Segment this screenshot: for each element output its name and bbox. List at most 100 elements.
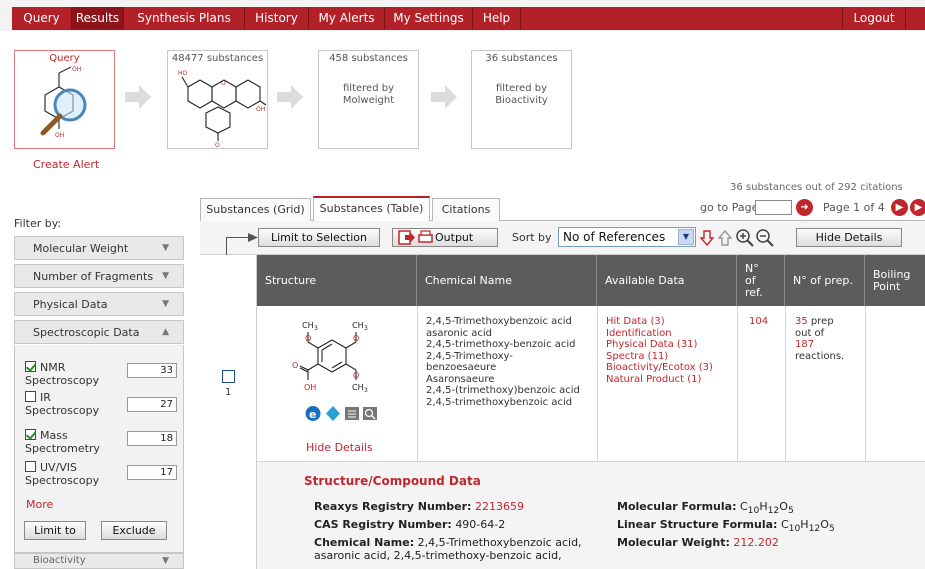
column-num-prep[interactable]: N° of prep. — [785, 255, 865, 306]
cell-divider — [597, 306, 598, 462]
step-36-box[interactable]: 36 substances filtered by Bioactivity — [471, 50, 572, 149]
nav-synthesis-plans[interactable]: Synthesis Plans — [124, 7, 245, 30]
option-label: Spectroscopy — [25, 474, 100, 487]
sort-value: No of References — [563, 230, 666, 244]
svg-text:OH: OH — [55, 132, 64, 139]
row-hide-details-link[interactable]: Hide Details — [306, 441, 373, 454]
nav-my-settings[interactable]: My Settings — [385, 7, 473, 30]
panel-label: Physical Data — [33, 298, 108, 311]
limit-to-selection-button[interactable]: Limit to Selection — [258, 228, 380, 247]
prep-count-link[interactable]: 35 — [795, 316, 808, 327]
go-to-page-label: go to Page — [700, 201, 759, 214]
column-chemical-name[interactable]: Chemical Name — [417, 255, 597, 306]
molecular-weight: Molecular Weight: 212.202 — [617, 536, 779, 549]
exclude-button[interactable]: Exclude — [101, 521, 167, 540]
sort-ascending-icon[interactable] — [718, 230, 732, 246]
chemical-name: asaronic acid — [426, 327, 493, 339]
step-458-box[interactable]: 458 substances filtered by Molweight — [318, 50, 419, 149]
formula-sub: 5 — [828, 523, 835, 535]
prep-text: out of — [795, 327, 825, 339]
hide-details-button[interactable]: Hide Details — [796, 228, 902, 247]
formula-sub: 10 — [788, 523, 801, 535]
next-page-icon[interactable]: ▶ — [891, 199, 908, 216]
more-filters-link[interactable]: More — [26, 498, 53, 511]
nav-help[interactable]: Help — [473, 7, 521, 30]
cell-divider — [785, 306, 786, 462]
tab-citations[interactable]: Citations — [432, 198, 500, 221]
reaxys-registry: Reaxys Registry Number: 2213659 — [314, 500, 524, 513]
hit-data-link[interactable]: Hit Data (3) — [606, 316, 713, 328]
field-value: 2,4,5-Trimethoxybenzoic acid, — [417, 536, 582, 549]
linear-structure-formula: Linear Structure Formula: C10H12O5 — [617, 518, 835, 535]
checkbox-nmr[interactable] — [25, 361, 36, 372]
option-label: UV/VIS — [40, 461, 78, 474]
structure-actions-icons[interactable]: e — [305, 405, 381, 422]
formula-part: C — [780, 518, 789, 531]
reactions-count-link[interactable]: 187 — [795, 339, 844, 351]
trimethoxybenzoic-acid-structure[interactable]: CH 3 CH 3 O O O O OH CH 3 — [272, 312, 392, 420]
svg-text:3: 3 — [364, 325, 368, 332]
reaxys-number-link[interactable]: 2213659 — [475, 500, 524, 513]
bioactivity-link[interactable]: Bioactivity/Ecotox (3) — [606, 362, 713, 374]
fluorescein-structure-icon: HO O OH O — [178, 70, 267, 149]
tab-substances-table[interactable]: Substances (Table) — [313, 196, 430, 221]
sort-by-label: Sort by — [512, 231, 552, 244]
references-count-link[interactable]: 104 — [749, 316, 768, 328]
chemical-name: 2,4,5-trimethoxybenzoic acid — [426, 396, 573, 408]
formula-part: C — [739, 500, 748, 513]
natural-product-link[interactable]: Natural Product (1) — [606, 374, 713, 386]
nav-history[interactable]: History — [245, 7, 309, 30]
checkbox-mass[interactable] — [25, 429, 36, 440]
filter-panel-number-of-fragments[interactable]: Number of Fragments ▼ — [14, 264, 184, 288]
formula-part: O — [779, 500, 788, 513]
chemical-name: 2,4,5-(trimethoxy)benzoic acid — [426, 385, 580, 396]
checkbox-ir[interactable] — [25, 391, 36, 402]
page-number-input[interactable] — [755, 200, 792, 215]
field-label: Molecular Formula: — [617, 500, 737, 513]
nav-my-alerts[interactable]: My Alerts — [309, 7, 385, 30]
filter-panel-physical-data[interactable]: Physical Data ▼ — [14, 292, 184, 316]
filter-panel-bioactivity[interactable]: Bioactivity ▼ — [14, 553, 184, 569]
chemical-name: 2,4,5-trimethoxy-benzoic acid — [426, 339, 576, 350]
row-select-checkbox[interactable] — [222, 370, 235, 383]
zoom-out-icon[interactable] — [756, 229, 774, 247]
nav-results[interactable]: Results — [72, 7, 124, 30]
filter-by-label: Filter by: — [14, 217, 62, 230]
column-num-ref[interactable]: N° of ref. — [737, 255, 785, 306]
count-uvvis: 17 — [127, 465, 177, 480]
column-boiling-point[interactable]: Boiling Point — [865, 255, 925, 306]
svg-text:O: O — [221, 80, 226, 87]
column-structure[interactable]: Structure — [257, 255, 417, 306]
nav-query[interactable]: Query — [12, 7, 72, 30]
physical-data-link[interactable]: Physical Data (31) — [606, 339, 713, 351]
go-arrow-icon[interactable]: ➜ — [796, 199, 813, 216]
filter-panel-spectroscopic-data[interactable]: Spectroscopic Data ▲ — [14, 320, 184, 344]
field-label: Linear Structure Formula: — [617, 518, 778, 531]
details-heading: Structure/Compound Data — [304, 474, 481, 488]
export-print-icon — [398, 230, 433, 245]
count-mass: 18 — [127, 431, 177, 446]
sort-by-select[interactable]: No of References ▼ — [558, 227, 696, 247]
query-structure-icon: OH OH — [40, 66, 87, 139]
query-box[interactable]: Query OH OH — [14, 50, 115, 149]
mw-value: 212.202 — [733, 536, 779, 549]
chemical-name: 2,4,5-Trimethoxy- — [426, 350, 513, 362]
zoom-in-icon[interactable] — [736, 229, 754, 247]
limit-to-button[interactable]: Limit to — [24, 521, 86, 540]
tab-substances-grid[interactable]: Substances (Grid) — [200, 198, 311, 221]
sort-descending-icon[interactable] — [700, 230, 714, 246]
logout-button[interactable]: Logout — [842, 7, 906, 30]
identification-link[interactable]: Identification — [606, 328, 713, 340]
chemical-name: benzoesaeure — [426, 362, 497, 373]
create-alert-link[interactable]: Create Alert — [33, 158, 99, 171]
formula-sub: 10 — [747, 505, 760, 517]
column-available-data[interactable]: Available Data — [597, 255, 737, 306]
step3-title: 36 substances — [485, 53, 558, 64]
option-label: Spectrometry — [25, 442, 100, 455]
last-page-icon[interactable]: ▶ — [910, 199, 925, 216]
checkbox-uvvis[interactable] — [25, 461, 36, 472]
spectra-link[interactable]: Spectra (11) — [606, 351, 713, 363]
filter-panel-molecular-weight[interactable]: Molecular Weight ▼ — [14, 236, 184, 260]
expand-icon: ▼ — [162, 271, 169, 281]
step-48477-box[interactable]: 48477 substances HO O OH O — [167, 50, 268, 149]
